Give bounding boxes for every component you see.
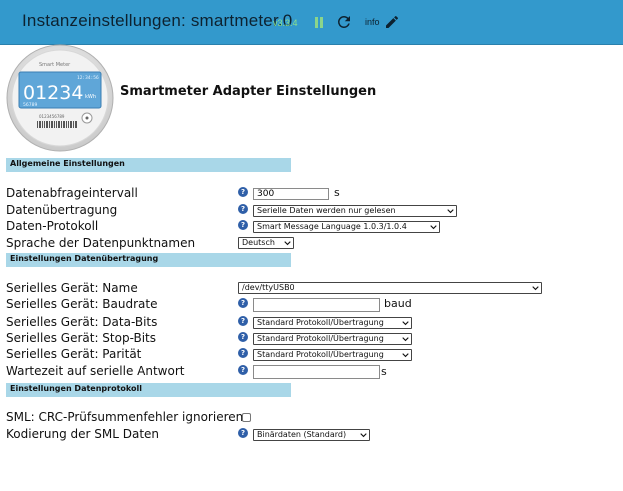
chevron-down-icon (402, 353, 409, 358)
language-label: Sprache der Datenpunktnamen (6, 236, 196, 250)
svg-text:56789: 56789 (23, 102, 37, 108)
protocol-label: Daten-Protokoll (6, 219, 99, 233)
chevron-down-icon (430, 225, 437, 230)
device-label: Serielles Gerät: Name (6, 281, 138, 295)
smartmeter-logo: Smart Meter 12:34:56 01234 kWh 56789 012… (6, 44, 114, 152)
transfer-select[interactable]: Serielle Daten werden nur gelesen (253, 205, 457, 217)
chevron-down-icon (532, 286, 539, 291)
interval-input[interactable] (253, 188, 329, 200)
parity-select[interactable]: Standard Protokoll/Übertragung (253, 349, 412, 361)
databits-select[interactable]: Standard Protokoll/Übertragung (253, 317, 412, 329)
interval-label: Datenabfrageintervall (6, 186, 138, 200)
parity-label: Serielles Gerät: Parität (6, 347, 142, 361)
section-transfer-label: Einstellungen Datenübertragung (10, 254, 159, 263)
baud-input[interactable] (253, 298, 380, 312)
chevron-down-icon (402, 321, 409, 326)
help-icon[interactable]: ? (238, 316, 248, 326)
section-protocol: Einstellungen Datenprotokoll (6, 383, 291, 397)
transfer-label: Datenübertragung (6, 203, 118, 217)
section-general-label: Allgemeine Einstellungen (10, 159, 125, 168)
chevron-down-icon (360, 433, 367, 438)
logo-brand: Smart Meter (39, 62, 71, 68)
crc-checkbox[interactable] (242, 413, 251, 422)
version-label: v3.3.4 (273, 18, 298, 28)
encoding-label: Kodierung der SML Daten (6, 427, 160, 441)
svg-text:12:34:56: 12:34:56 (77, 75, 99, 81)
baud-unit: baud (384, 297, 412, 310)
help-icon[interactable]: ? (238, 187, 248, 197)
stopbits-select[interactable]: Standard Protokoll/Übertragung (253, 333, 412, 345)
pause-icon[interactable] (314, 17, 325, 28)
page-heading: Smartmeter Adapter Einstellungen (120, 84, 377, 99)
section-general: Allgemeine Einstellungen (6, 158, 291, 172)
help-icon[interactable]: ? (238, 332, 248, 342)
svg-text:kWh: kWh (85, 94, 96, 100)
stopbits-label: Serielles Gerät: Stop-Bits (6, 331, 157, 345)
reload-icon[interactable] (335, 13, 353, 31)
encoding-select[interactable]: Binärdaten (Standard) (253, 429, 370, 441)
protocol-select[interactable]: Smart Message Language 1.0.3/1.0.4 (253, 221, 440, 233)
chevron-down-icon (447, 209, 454, 214)
info-link[interactable]: info (365, 17, 380, 27)
help-icon[interactable]: ? (238, 348, 248, 358)
baud-label: Serielles Gerät: Baudrate (6, 297, 158, 311)
window-title: Instanzeinstellungen: smartmeter.0 (22, 11, 293, 30)
edit-pencil-icon[interactable] (384, 14, 400, 30)
databits-label: Serielles Gerät: Data-Bits (6, 315, 158, 329)
logo-reading: 01234 (23, 82, 83, 104)
chevron-down-icon (284, 241, 291, 246)
section-protocol-label: Einstellungen Datenprotokoll (10, 384, 142, 393)
wait-input[interactable] (253, 365, 380, 379)
chevron-down-icon (402, 337, 409, 342)
help-icon[interactable]: ? (238, 428, 248, 438)
wait-unit: s (381, 365, 387, 378)
svg-text:0123456789: 0123456789 (39, 114, 65, 119)
wait-label: Wartezeit auf serielle Antwort (6, 364, 185, 378)
crc-label: SML: CRC-Prüfsummenfehler ignorieren (6, 410, 244, 424)
language-select[interactable]: Deutsch (238, 237, 294, 249)
help-icon[interactable]: ? (238, 298, 248, 308)
interval-unit: s (334, 186, 340, 199)
help-icon[interactable]: ? (238, 220, 248, 230)
help-icon[interactable]: ? (238, 204, 248, 214)
title-bar: Instanzeinstellungen: smartmeter.0 v3.3.… (0, 0, 623, 45)
help-icon[interactable]: ? (238, 365, 248, 375)
section-transfer: Einstellungen Datenübertragung (6, 253, 291, 267)
device-select[interactable]: /dev/ttyUSB0 (238, 282, 542, 294)
